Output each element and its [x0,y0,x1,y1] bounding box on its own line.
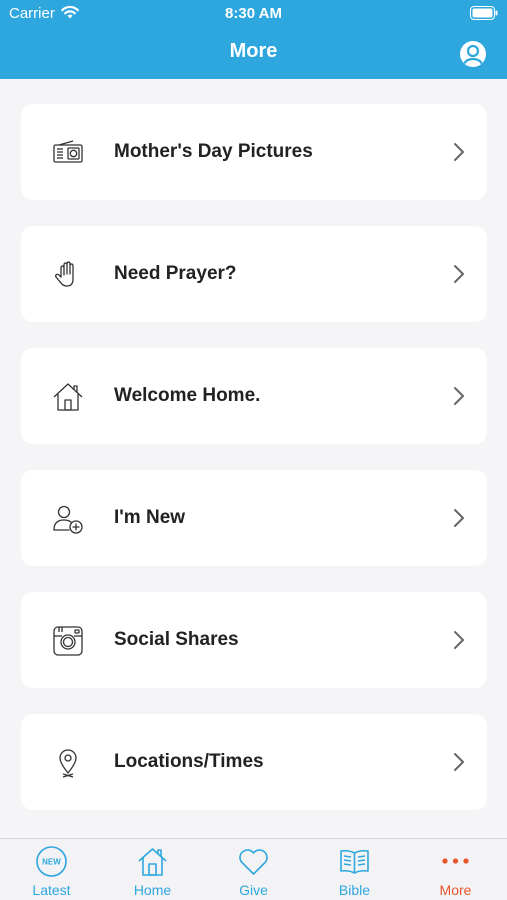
menu-item-mothers-day-pictures[interactable]: Mother's Day Pictures [21,104,487,200]
home-icon [138,848,167,876]
tab-label: More [439,882,472,898]
more-dots-icon [442,858,469,864]
new-badge-text: NEW [42,858,61,867]
chevron-right-icon [454,143,464,161]
add-user-icon [53,505,83,534]
instagram-icon [53,626,83,656]
menu-list: Mother's Day Pictures Need Prayer? Welco… [0,79,507,838]
menu-item-label: Social Shares [114,629,239,650]
page-title: More [229,40,278,62]
heart-icon [239,849,268,875]
menu-item-label: Locations/Times [114,751,264,772]
menu-item-label: Mother's Day Pictures [114,141,313,162]
tab-label: Bible [338,882,371,898]
location-pin-icon [59,749,77,778]
hand-icon [54,261,74,287]
chevron-right-icon [454,387,464,405]
tab-label: Give [239,882,268,898]
tab-label: Home [133,882,172,898]
house-icon [53,383,83,411]
menu-item-label: I'm New [114,507,186,528]
tab-bar: NEW Latest Home Give Bible More [0,838,507,900]
new-badge-icon: NEW [36,846,67,877]
battery-icon [470,6,498,20]
chevron-right-icon [454,631,464,649]
tab-label: Latest [32,882,71,898]
menu-item-welcome-home[interactable]: Welcome Home. [21,348,487,444]
open-book-icon [340,849,369,874]
menu-item-label: Welcome Home. [114,385,261,406]
menu-item-label: Need Prayer? [114,263,237,284]
menu-item-social-shares[interactable]: Social Shares [21,592,487,688]
chevron-right-icon [454,753,464,771]
status-time: 8:30 AM [225,5,282,22]
radio-icon [53,140,83,163]
tab-bible[interactable]: Bible [304,839,405,900]
tab-home[interactable]: Home [102,839,203,900]
menu-item-im-new[interactable]: I'm New [21,470,487,566]
status-bar: Carrier 8:30 AM [0,0,507,28]
menu-item-locations-times[interactable]: Locations/Times [21,714,487,810]
menu-item-need-prayer[interactable]: Need Prayer? [21,226,487,322]
chevron-right-icon [454,265,464,283]
app-header: Carrier 8:30 AM More [0,0,507,79]
tab-latest[interactable]: NEW Latest [1,839,102,900]
tab-more[interactable]: More [405,839,506,900]
profile-icon[interactable] [459,40,487,68]
tab-give[interactable]: Give [203,839,304,900]
chevron-right-icon [454,509,464,527]
